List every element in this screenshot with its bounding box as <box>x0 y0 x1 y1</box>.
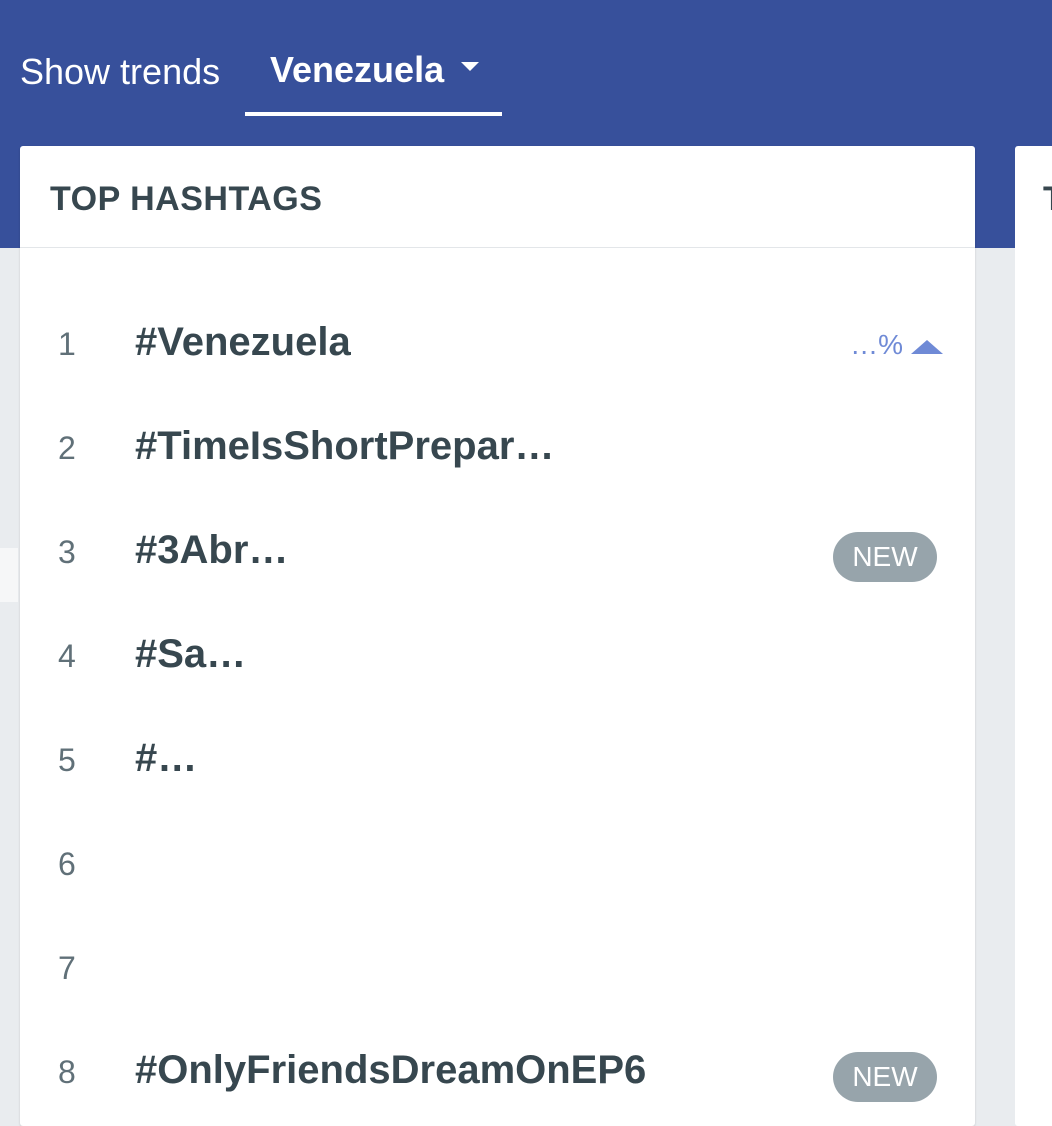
second-trends-card: T <box>1015 146 1052 1126</box>
hashtag-link[interactable]: #3Abr… <box>135 528 288 572</box>
second-card-title: T <box>1043 180 1052 219</box>
hashtag-link[interactable]: #Venezuela <box>135 320 351 364</box>
hashtag-row[interactable]: 7 <box>20 916 975 1020</box>
hashtag-row[interactable]: 1 #Venezuela …% <box>20 292 975 396</box>
card-title: TOP HASHTAGS <box>50 180 323 218</box>
hashtag-row[interactable]: 3 #3Abr… NEW <box>20 500 975 604</box>
rank-number: 6 <box>58 846 76 882</box>
caret-down-icon <box>461 62 479 71</box>
rank-number: 3 <box>58 534 76 570</box>
rank-number: 1 <box>58 326 76 362</box>
rank-number: 7 <box>58 950 76 986</box>
hashtag-row[interactable]: 6 <box>20 812 975 916</box>
rank-number: 2 <box>58 430 76 466</box>
country-selector[interactable]: Venezuela <box>245 30 502 116</box>
left-edge-shadow <box>0 548 18 602</box>
rank-number: 4 <box>58 638 76 674</box>
hashtag-link[interactable]: #Sa… <box>135 632 246 676</box>
hashtag-link[interactable]: #… <box>135 736 197 780</box>
rank-number: 5 <box>58 742 76 778</box>
rank-number: 8 <box>58 1054 76 1090</box>
country-selector-label: Venezuela <box>270 49 445 90</box>
hashtag-row[interactable]: 4 #Sa… <box>20 604 975 708</box>
trend-percent: …% <box>850 328 943 362</box>
card-divider <box>20 247 975 248</box>
hashtag-link[interactable]: #OnlyFriendsDreamOnEP6 <box>135 1048 646 1092</box>
hashtag-link[interactable]: #TimeIsShortPrepar… <box>135 424 554 468</box>
hashtag-row[interactable]: 5 #… <box>20 708 975 812</box>
trend-up-icon <box>911 339 943 354</box>
new-badge: NEW <box>833 532 937 582</box>
hashtag-row[interactable]: 2 #TimeIsShortPrepar… <box>20 396 975 500</box>
new-badge: NEW <box>833 1052 937 1102</box>
show-trends-label: Show trends <box>20 51 221 92</box>
hashtag-row[interactable]: 8 #OnlyFriendsDreamOnEP6 NEW <box>20 1020 975 1124</box>
top-hashtags-card: TOP HASHTAGS 1 #Venezuela …% 2 #TimeIsSh… <box>20 146 975 1126</box>
active-tab-underline <box>245 112 502 116</box>
